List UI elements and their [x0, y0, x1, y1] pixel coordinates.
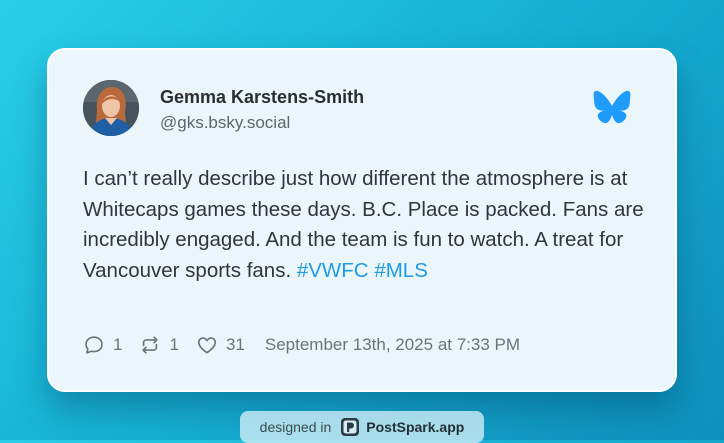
repost-icon [142, 336, 159, 354]
hashtag-mls[interactable]: #MLS [374, 259, 428, 282]
post-card: Gemma Karstens-Smith @gks.bsky.social I … [47, 48, 677, 392]
bluesky-butterfly-icon [593, 90, 631, 124]
post-timestamp[interactable]: September 13th, 2025 at 7:33 PM [265, 335, 520, 355]
badge-brand: PostSpark.app [366, 419, 465, 435]
badge-prefix: designed in [259, 419, 332, 435]
like-count: 31 [225, 335, 245, 354]
heart-icon [197, 337, 217, 354]
repost-button[interactable]: 1 [139, 334, 179, 356]
repost-count: 1 [169, 335, 179, 354]
post-meta: 1 1 31 September 13th, 2025 at 7:33 PM [83, 333, 520, 357]
author-avatar[interactable] [83, 80, 139, 136]
avatar-image [83, 80, 139, 136]
postspark-badge[interactable]: designed in PostSpark.app [240, 411, 484, 443]
post-text: I can’t really describe just how differe… [83, 164, 653, 286]
reply-bubble-icon [85, 336, 103, 354]
reply-button[interactable]: 1 [83, 334, 122, 356]
hashtag-vwfc[interactable]: #VWFC [297, 259, 369, 282]
author-handle[interactable]: @gks.bsky.social [160, 113, 290, 133]
postspark-logo-icon [341, 418, 360, 436]
reply-count: 1 [113, 335, 123, 354]
like-button[interactable]: 31 [196, 334, 245, 356]
author-name[interactable]: Gemma Karstens-Smith [160, 87, 364, 108]
